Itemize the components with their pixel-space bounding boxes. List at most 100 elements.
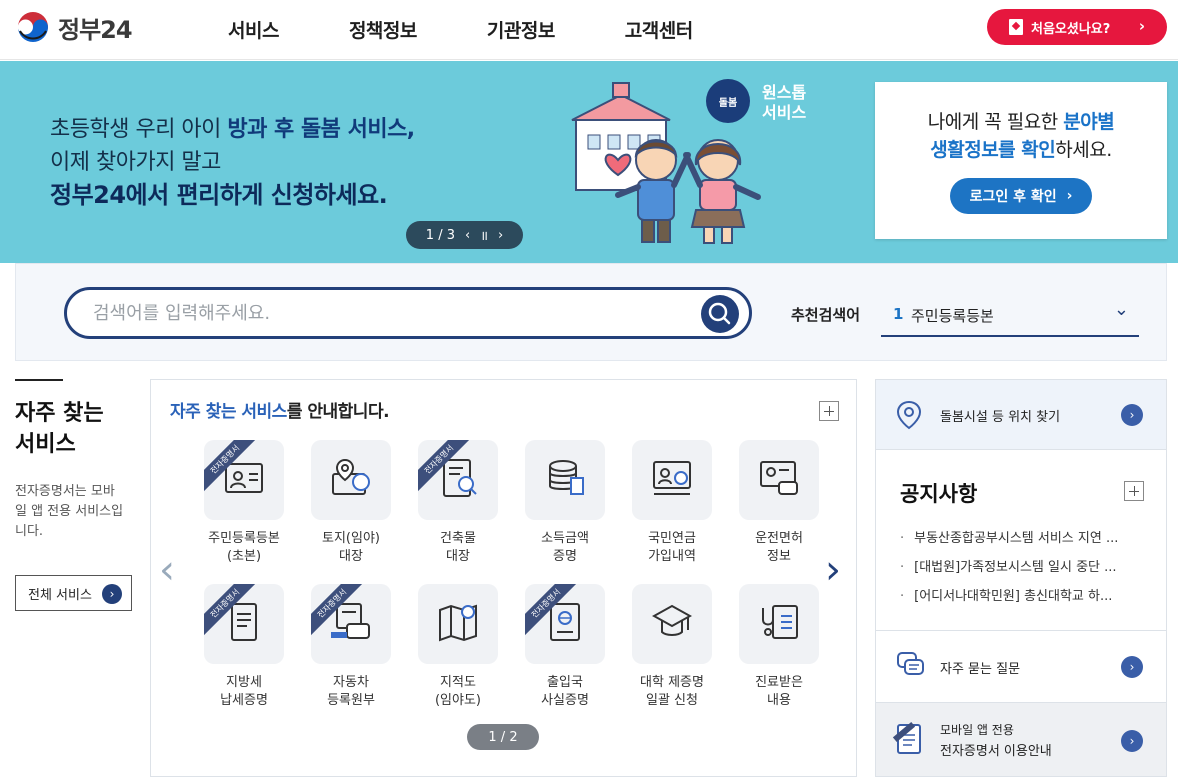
- service-label: 출입국사실증명: [515, 674, 615, 710]
- service-label: 국민연금 가입내역: [622, 530, 722, 566]
- all-services-button[interactable]: 전체 서비스 ›: [15, 575, 132, 611]
- driver-license-icon: [760, 461, 798, 495]
- frequent-section-title: 자주 찾는 서비스: [15, 398, 104, 460]
- life-info-text: 나에게 꼭 필요한 분야별 생활정보를 확인하세요.: [875, 108, 1167, 164]
- service-label-line2: 사실증명: [541, 693, 589, 708]
- service-item[interactable]: 전자증명서 지방세 납세증명: [194, 584, 294, 710]
- cadastral-map-icon: [439, 604, 477, 642]
- service-label-line1: 자동차: [333, 675, 369, 690]
- land-map-icon: [332, 458, 370, 495]
- service-item[interactable]: 지적도 (임야도): [408, 584, 508, 710]
- service-label: 대학 제증명 일괄 신청: [622, 674, 722, 710]
- service-item[interactable]: 진료받은내용: [729, 584, 829, 710]
- search-input[interactable]: [93, 300, 673, 326]
- service-label-line2: 대장: [339, 549, 363, 564]
- service-label-line2: 내용: [767, 693, 791, 708]
- search-box: [64, 287, 752, 339]
- graduation-cap-icon: [652, 604, 692, 636]
- mobile-cert-label-2: 전자증명서 이용안내: [940, 744, 1052, 759]
- care-facility-finder[interactable]: 돌봄시설 등 위치 찾기 ›: [876, 380, 1166, 450]
- services-prev-button[interactable]: ‹: [159, 550, 175, 590]
- nav-agency-info[interactable]: 기관정보: [487, 16, 555, 43]
- service-item[interactable]: 대학 제증명 일괄 신청: [622, 584, 722, 710]
- school-children-illustration: [571, 82, 761, 244]
- all-services-label: 전체 서비스: [28, 587, 92, 603]
- recommend-keyword: 주민등록등본: [911, 307, 994, 325]
- nav-services[interactable]: 서비스: [228, 16, 279, 43]
- service-label-line2: 대장: [446, 549, 470, 564]
- service-label: 주민등록등본 (초본): [194, 530, 294, 566]
- service-label-line1: 운전면허: [755, 531, 803, 546]
- service-label-line2: 정보: [767, 549, 791, 564]
- service-label-line2: 등록원부: [327, 693, 375, 708]
- first-visit-button[interactable]: 처음오셨나요? ›: [987, 9, 1167, 45]
- faq-label: 자주 묻는 질문: [940, 662, 1021, 677]
- service-label-line1: 진료받은: [755, 675, 803, 690]
- notice-more-button[interactable]: [1124, 481, 1144, 501]
- hero-prev-button[interactable]: ‹: [465, 228, 470, 243]
- service-icon-tile: [739, 440, 819, 520]
- search-icon: [708, 302, 731, 325]
- site-logo[interactable]: 정부24: [14, 8, 133, 46]
- hero-line3: 정부24에서 편리하게 신청하세요.: [50, 181, 388, 209]
- info-text-d: 하세요.: [1055, 139, 1112, 161]
- service-icon-tile: [632, 440, 712, 520]
- service-icon-tile: [311, 440, 391, 520]
- frequent-services-panel: 자주 찾는 서비스를 안내합니다. ‹ › 전자증명서 주민등록등본 (초본) 토지(…: [150, 379, 857, 777]
- service-item[interactable]: 전자증명서 출입국 사실증명: [515, 584, 615, 710]
- service-item[interactable]: 소득금액 증명: [515, 440, 615, 566]
- service-item[interactable]: 국민연금 가입내역: [622, 440, 722, 566]
- service-icon-tile: 전자증명서: [311, 584, 391, 664]
- section-divider: [15, 379, 63, 381]
- service-item[interactable]: 전자증명서 주민등록등본 (초본): [194, 440, 294, 566]
- first-visit-label: 처음오셨나요?: [1031, 21, 1111, 37]
- service-icon-tile: [418, 584, 498, 664]
- services-title-a: 자주 찾는 서비스: [170, 402, 287, 422]
- service-item[interactable]: 운전면허정보: [729, 440, 829, 566]
- chevron-right-icon: ›: [1121, 404, 1143, 426]
- hero-pause-button[interactable]: ॥: [480, 226, 488, 244]
- service-item[interactable]: 전자증명서 건축물 대장: [408, 440, 508, 566]
- service-icon-tile: [525, 440, 605, 520]
- notice-item[interactable]: 부동산종합공부시스템 서비스 지연 ...: [900, 524, 1150, 553]
- pension-icon: [653, 461, 691, 495]
- service-label: 지적도 (임야도): [408, 674, 508, 710]
- mobile-cert-label-1: 모바일 앱 전용: [940, 723, 1014, 737]
- notice-item[interactable]: [대법원]가족정보시스템 일시 중단 ...: [900, 553, 1150, 582]
- chevron-right-icon: ›: [102, 584, 122, 604]
- coins-icon: [549, 460, 584, 495]
- service-label-line1: 국민연금: [648, 531, 696, 546]
- recommend-label: 추천검색어: [791, 306, 861, 324]
- recommend-keyword-select[interactable]: 1 주민등록등본 ⌄: [881, 297, 1139, 337]
- chevron-right-icon: ›: [1066, 188, 1073, 204]
- login-check-button[interactable]: 로그인 후 확인 ›: [949, 178, 1093, 214]
- service-label: 소득금액 증명: [515, 530, 615, 566]
- search-button[interactable]: [701, 295, 739, 333]
- service-item[interactable]: 토지(임야) 대장: [301, 440, 401, 566]
- hero-next-button[interactable]: ›: [498, 228, 503, 243]
- services-pager: 1 / 2: [467, 724, 539, 750]
- service-icon-tile: [632, 584, 712, 664]
- recommend-rank: 1: [893, 305, 904, 323]
- services-title-b: 를 안내합니다.: [286, 402, 390, 422]
- notice-title: 공지사항: [900, 482, 978, 506]
- service-label: 자동차등록원부: [301, 674, 401, 710]
- service-icon-tile: 전자증명서: [418, 440, 498, 520]
- faq-link[interactable]: 자주 묻는 질문 ›: [876, 630, 1166, 702]
- service-label-line2: 증명: [553, 549, 577, 564]
- chat-bubble-icon: [897, 652, 924, 675]
- notice-item[interactable]: [어디서나대학민원] 총신대학교 하...: [900, 582, 1150, 611]
- nav-policy-info[interactable]: 정책정보: [349, 16, 417, 43]
- mobile-cert-guide[interactable]: 모바일 앱 전용 전자증명서 이용안내 ›: [876, 702, 1166, 776]
- life-info-box: 나에게 꼭 필요한 분야별 생활정보를 확인하세요. 로그인 후 확인 ›: [875, 82, 1167, 239]
- nav-customer-center[interactable]: 고객센터: [625, 16, 693, 43]
- chevron-down-icon: ⌄: [1113, 299, 1129, 320]
- services-more-button[interactable]: [819, 401, 839, 421]
- service-label-line1: 출입국: [547, 675, 583, 690]
- info-text-b: 분야별: [1063, 111, 1115, 133]
- service-label-line1: 주민등록등본: [208, 531, 280, 546]
- service-item[interactable]: 전자증명서자동차등록원부: [301, 584, 401, 710]
- top-header: 정부24 서비스 정책정보 기관정보 고객센터 처음오셨나요? ›: [0, 0, 1178, 60]
- medical-record-icon: [762, 605, 798, 639]
- service-label-line2: (임야도): [434, 693, 482, 708]
